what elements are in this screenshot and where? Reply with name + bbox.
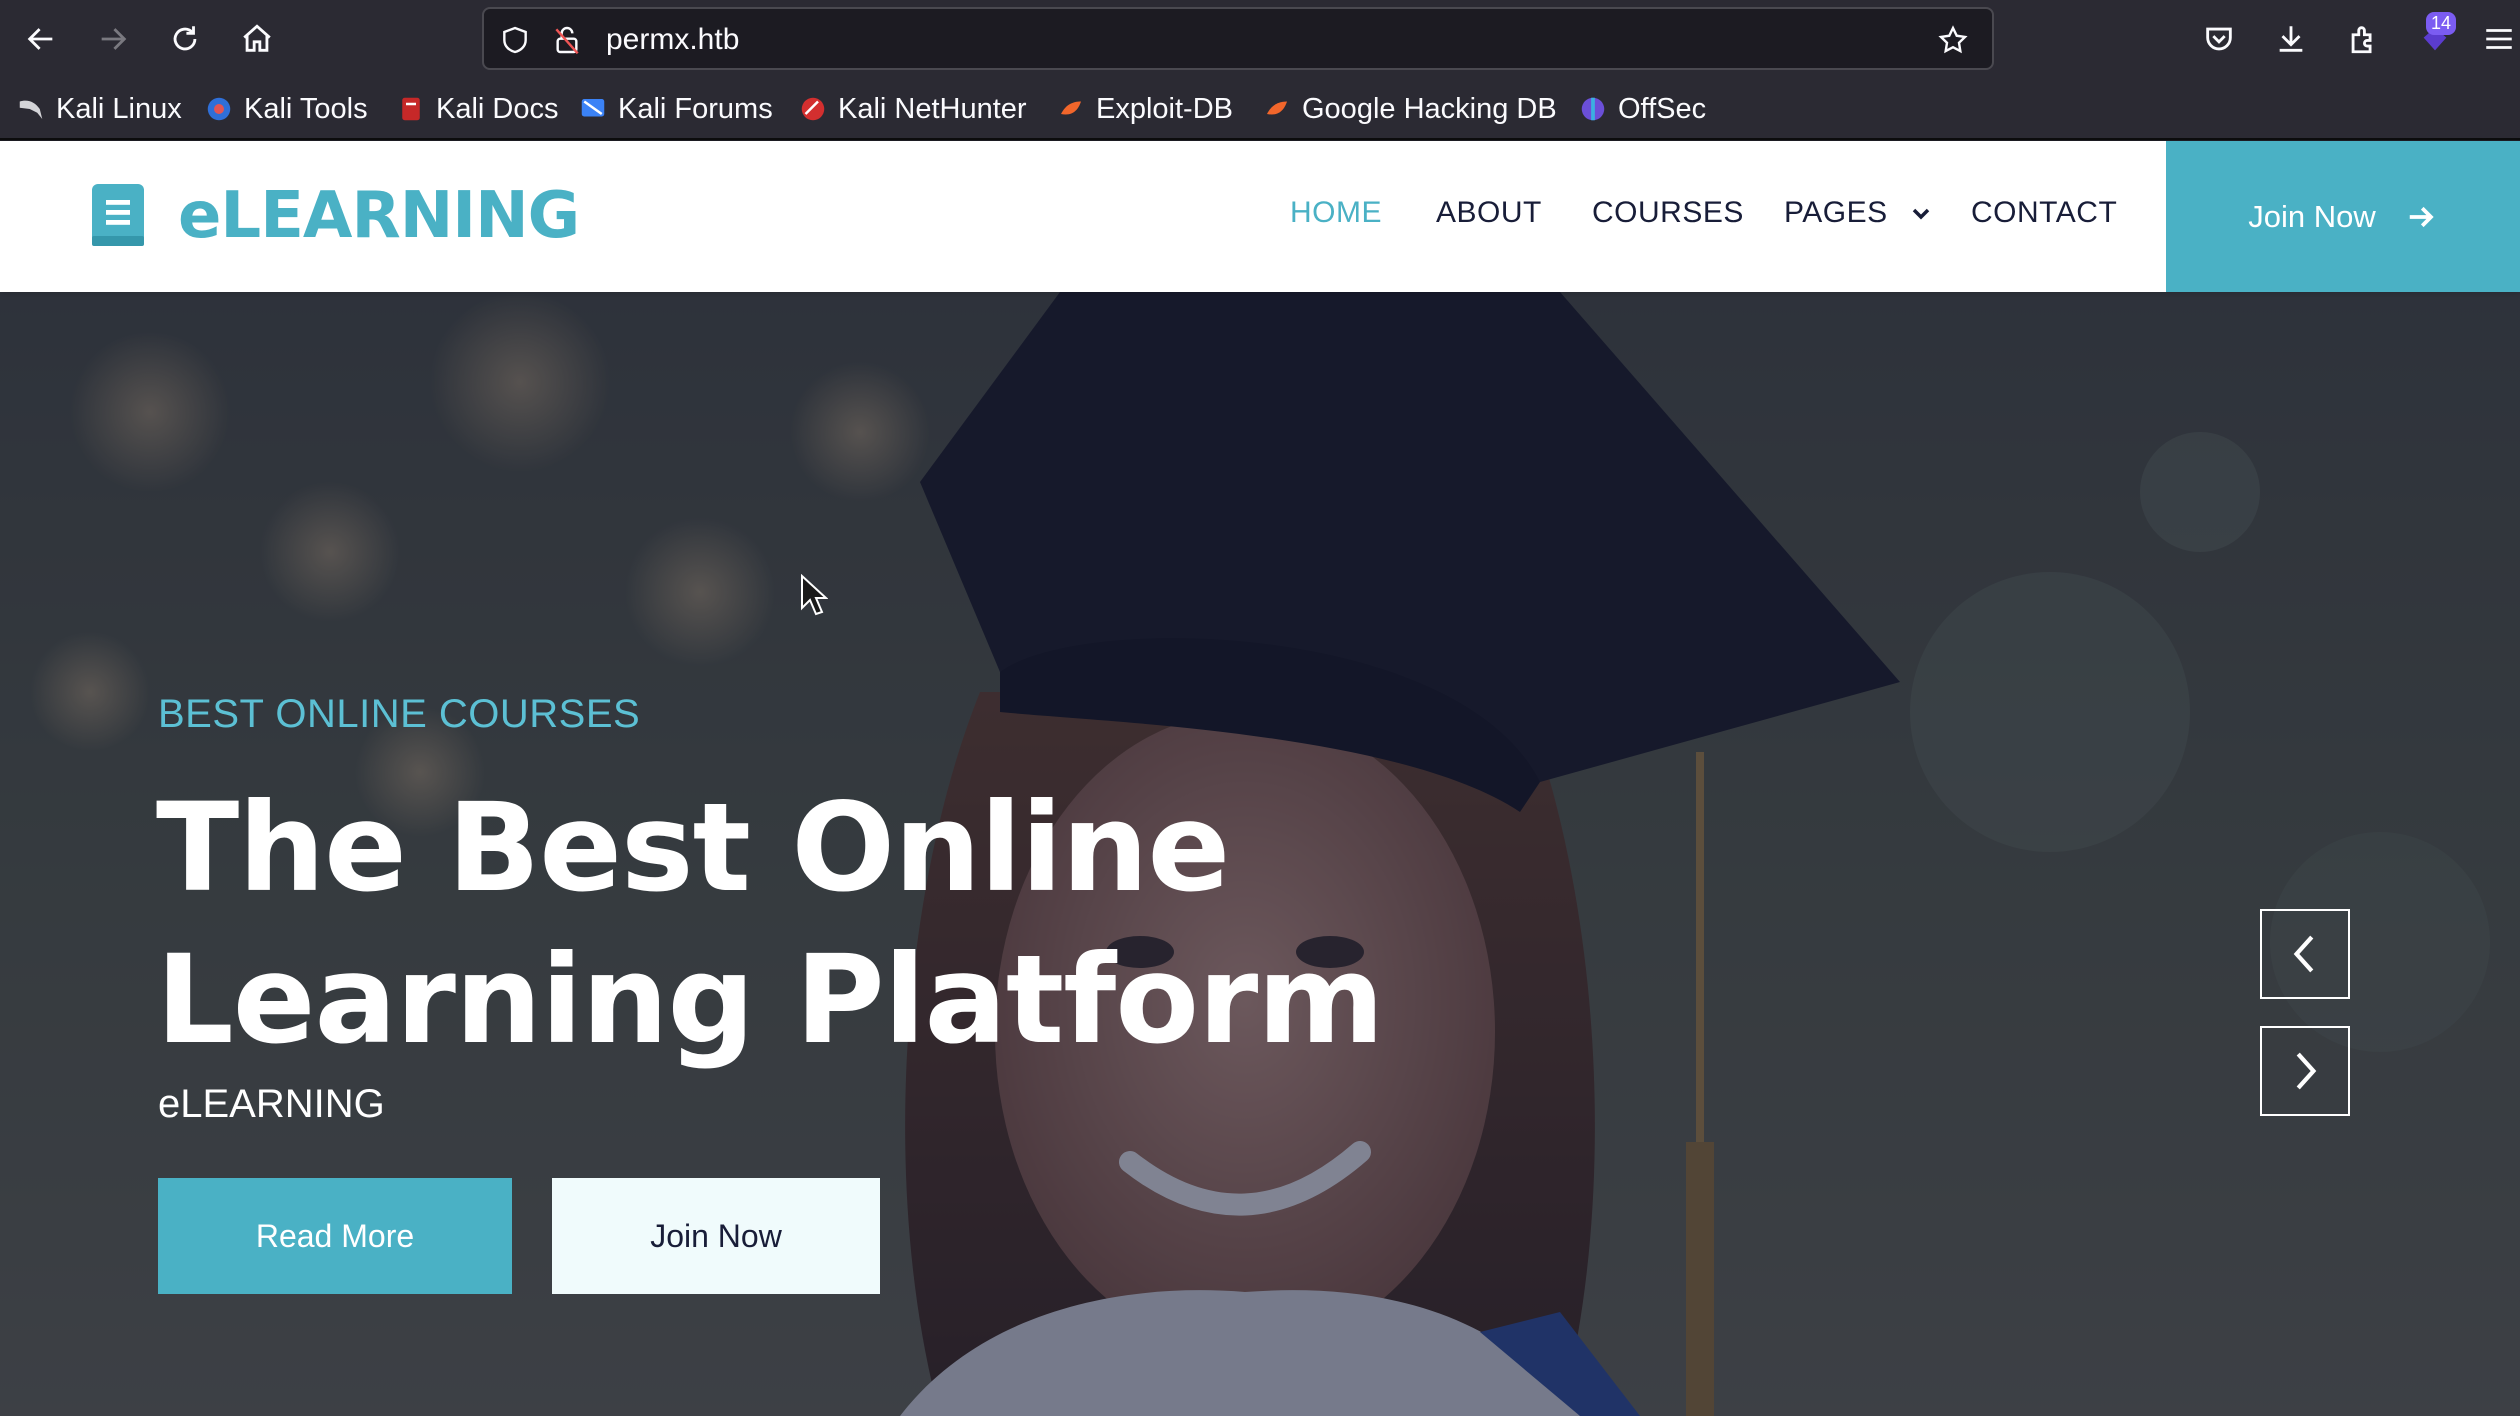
brand-logo[interactable]: eLEARNING	[88, 179, 580, 253]
kali-tools-icon	[207, 97, 231, 121]
reload-button[interactable]	[158, 12, 212, 66]
pocket-icon	[2206, 27, 2232, 51]
hero-title: The Best Online Learning Platform	[156, 772, 1556, 1076]
bookmark-kali-forums[interactable]: Kali Forums	[578, 90, 773, 128]
bookmark-exploit-db[interactable]: Exploit-DB	[1056, 90, 1233, 128]
nav-contact[interactable]: CONTACT	[1971, 196, 2117, 230]
bookmark-kali-docs[interactable]: Kali Docs	[396, 90, 559, 128]
reload-icon	[173, 26, 197, 51]
hero-title-line-1: The Best Online	[156, 777, 1230, 919]
insecure-lock-icon[interactable]	[548, 21, 586, 59]
hero-carousel: BEST ONLINE COURSES The Best Online Lear…	[0, 292, 2520, 1416]
star-bookmark-icon[interactable]	[1934, 21, 1972, 59]
carousel-prev-button[interactable]	[2260, 909, 2350, 999]
arrow-right-icon	[2409, 206, 2434, 227]
join-now-hero-button[interactable]: Join Now	[552, 1178, 880, 1294]
home-icon	[243, 24, 271, 52]
carousel-next-button[interactable]	[2260, 1026, 2350, 1116]
chevron-down-icon	[1912, 208, 1929, 220]
hero-title-line-2: Learning Platform	[156, 929, 1384, 1071]
chevron-right-icon	[2296, 1052, 2317, 1090]
menu-button[interactable]	[2478, 12, 2520, 66]
read-more-button[interactable]: Read More	[158, 1178, 512, 1294]
ghdb-icon	[1267, 101, 1287, 115]
join-now-nav-button[interactable]: Join Now	[2166, 141, 2520, 292]
nav-pages[interactable]: PAGES	[1784, 196, 1931, 230]
shield-icon[interactable]	[496, 21, 534, 59]
url-bar[interactable]: permx.htb	[482, 7, 1994, 70]
puzzle-icon	[2351, 26, 2372, 54]
home-button[interactable]	[230, 12, 284, 66]
extension-badge: 14	[2426, 12, 2457, 35]
arrow-left-icon	[27, 28, 53, 50]
nav-home[interactable]: HOME	[1290, 196, 1382, 230]
nav-pages-label: PAGES	[1784, 196, 1888, 229]
bookmarks-bar: Kali Linux Kali Tools Kali Docs Kali For…	[0, 78, 2520, 140]
kali-dragon-icon	[19, 100, 43, 119]
kali-docs-icon	[402, 97, 420, 121]
hamburger-menu-icon	[2486, 29, 2512, 49]
extensions-button[interactable]	[2336, 12, 2390, 66]
kali-nethunter-icon	[801, 97, 825, 121]
downloads-button[interactable]	[2264, 12, 2318, 66]
bookmark-kali-tools[interactable]: Kali Tools	[204, 90, 368, 128]
pocket-button[interactable]	[2192, 12, 2246, 66]
bookmark-kali-nethunter[interactable]: Kali NetHunter	[798, 90, 1027, 128]
nav-courses[interactable]: COURSES	[1592, 196, 1744, 230]
url-text[interactable]: permx.htb	[606, 23, 739, 57]
hero-brand-text: eLEARNING	[158, 1082, 385, 1126]
book-icon	[92, 184, 144, 246]
brand-name: eLEARNING	[178, 179, 580, 253]
bookmark-kali-linux[interactable]: Kali Linux	[16, 90, 182, 128]
web-page: eLEARNING HOME ABOUT COURSES PAGES CONTA…	[0, 141, 2520, 1416]
site-navbar: eLEARNING HOME ABOUT COURSES PAGES CONTA…	[0, 141, 2520, 292]
mouse-cursor-icon	[801, 574, 828, 616]
arrow-right-icon	[101, 28, 127, 50]
nav-about[interactable]: ABOUT	[1436, 196, 1542, 230]
hero-subtitle: BEST ONLINE COURSES	[158, 692, 641, 736]
join-now-nav-label: Join Now	[2248, 198, 2376, 234]
forward-button[interactable]	[86, 12, 140, 66]
chevron-left-icon	[2293, 935, 2314, 973]
browser-toolbar: permx.htb 14	[0, 0, 2520, 78]
bookmark-offsec[interactable]: OffSec	[1578, 90, 1706, 128]
back-button[interactable]	[14, 12, 68, 66]
bookmark-google-hacking-db[interactable]: Google Hacking DB	[1262, 90, 1557, 128]
exploit-db-icon	[1061, 101, 1081, 115]
offsec-icon	[1581, 97, 1605, 121]
download-icon	[2279, 26, 2303, 52]
kali-forums-icon	[581, 99, 605, 117]
